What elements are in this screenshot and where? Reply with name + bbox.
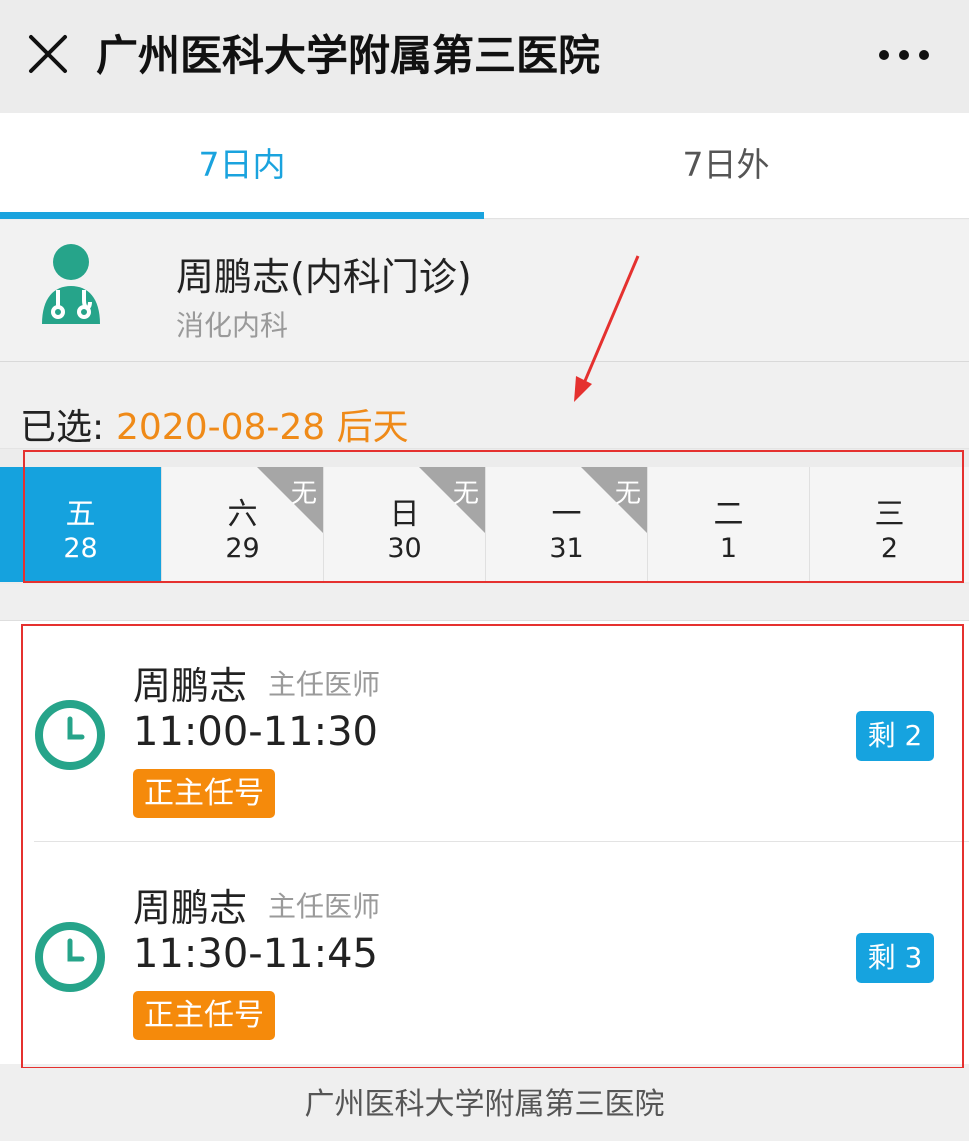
remaining-badge[interactable]: 剩 2 [856,711,934,761]
slot-type-tag: 正主任号 [133,991,275,1040]
day-tue-1[interactable]: 二 1 [648,467,810,582]
slot-doctor-title: 主任医师 [268,890,381,923]
selected-date-value: 2020-08-28 后天 [116,407,409,448]
close-icon[interactable] [22,28,74,80]
day-weekday: 五 [65,497,96,532]
day-date: 30 [387,533,422,564]
doctor-department: 消化内科 [176,309,289,342]
selected-label: 已选: [20,407,105,448]
slot-time: 11:30-11:45 [133,931,378,977]
date-strip: 五 28 无 六 29 无 日 30 无 一 31 二 1 三 2 [0,448,969,584]
selected-date-row: 已选: 2020-08-28 后天 [0,362,969,448]
more-icon[interactable] [874,40,934,70]
day-fri-28[interactable]: 五 28 [0,467,162,582]
doctor-header: 周鹏志(内科门诊) 消化内科 [0,220,969,362]
day-sun-30[interactable]: 无 日 30 [324,467,486,582]
slot-type-tag: 正主任号 [133,769,275,818]
remaining-badge[interactable]: 剩 3 [856,933,934,983]
slot-doctor-title: 主任医师 [268,668,381,701]
day-weekday: 六 [227,497,258,532]
slot-divider [34,841,969,842]
clock-icon [35,700,105,770]
tab-within-7-days[interactable]: 7日内 [0,113,484,219]
active-tab-indicator [0,212,484,219]
day-sat-29[interactable]: 无 六 29 [162,467,324,582]
day-weekday: 日 [389,497,420,532]
slot-time: 11:00-11:30 [133,709,378,755]
clock-icon [35,922,105,992]
day-weekday: 一 [551,497,582,532]
day-mon-31[interactable]: 无 一 31 [486,467,648,582]
day-date: 31 [549,533,584,564]
time-slot[interactable]: 周鹏志 主任医师 11:00-11:30 正主任号 剩 2 [0,621,969,841]
page-title: 广州医科大学附属第三医院 [96,31,601,80]
day-weekday: 二 [713,497,744,532]
day-date: 1 [719,533,738,564]
day-date: 29 [225,533,260,564]
title-bar: 广州医科大学附属第三医院 [0,0,969,113]
tab-bar: 7日内 7日外 [0,113,969,219]
time-slot-list: 周鹏志 主任医师 11:00-11:30 正主任号 剩 2 周鹏志 主任医师 1… [0,620,969,1064]
day-weekday: 三 [874,497,905,532]
annotation-arrow-icon [574,255,640,402]
day-date: 2 [880,533,899,564]
doctor-name: 周鹏志(内科门诊) [176,255,472,299]
footer: 广州医科大学附属第三医院 [0,1068,969,1141]
slot-doctor-name: 周鹏志 [133,664,248,708]
doctor-icon [42,244,100,324]
time-slot[interactable]: 周鹏志 主任医师 11:30-11:45 正主任号 剩 3 [0,843,969,1063]
tab-beyond-7-days[interactable]: 7日外 [484,113,968,219]
day-wed-2[interactable]: 三 2 [810,467,969,582]
slot-doctor-name: 周鹏志 [133,886,248,930]
day-date: 28 [63,533,98,564]
